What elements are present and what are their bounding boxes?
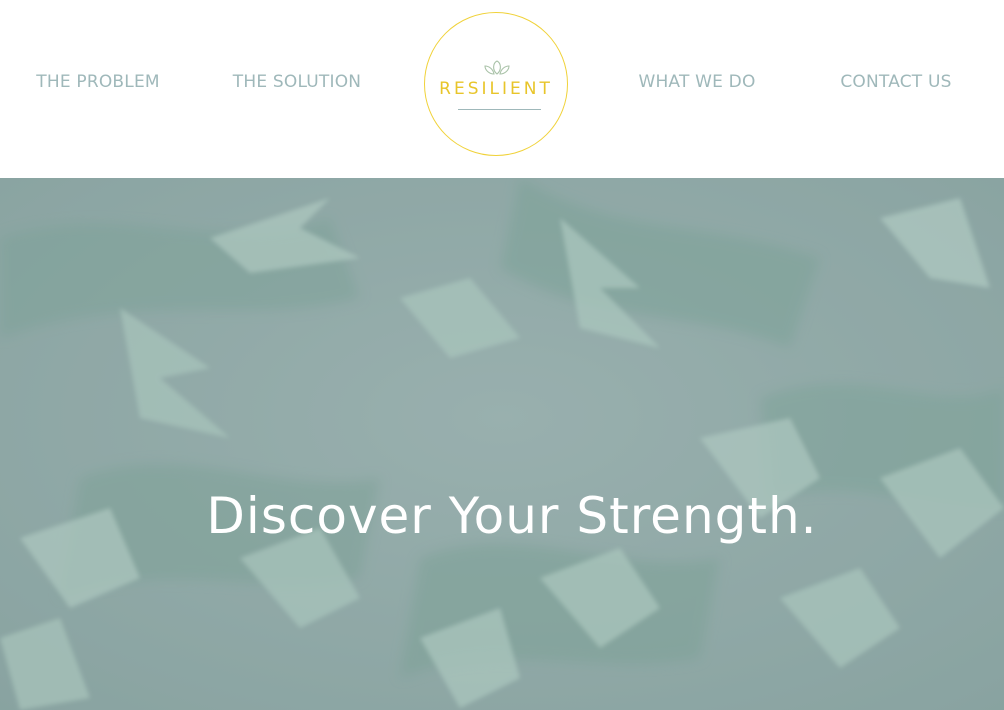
hero-background-image bbox=[0, 178, 1004, 710]
nav-the-solution[interactable]: THE SOLUTION bbox=[212, 72, 382, 92]
nav-contact-us[interactable]: CONTACT US bbox=[811, 72, 981, 92]
nav-what-we-do[interactable]: WHAT WE DO bbox=[612, 72, 782, 92]
hero-banner: Discover Your Strength. bbox=[0, 178, 1004, 710]
logo-underline bbox=[458, 109, 541, 110]
hero-heading: Discover Your Strength. bbox=[206, 487, 818, 545]
site-header: THE PROBLEM THE SOLUTION RESILIENT WHAT … bbox=[0, 0, 1004, 178]
resilient-logo[interactable]: RESILIENT bbox=[424, 12, 568, 156]
logo-wordmark: RESILIENT bbox=[439, 79, 553, 99]
nav-the-problem[interactable]: THE PROBLEM bbox=[13, 72, 183, 92]
leaves-icon bbox=[484, 60, 510, 75]
